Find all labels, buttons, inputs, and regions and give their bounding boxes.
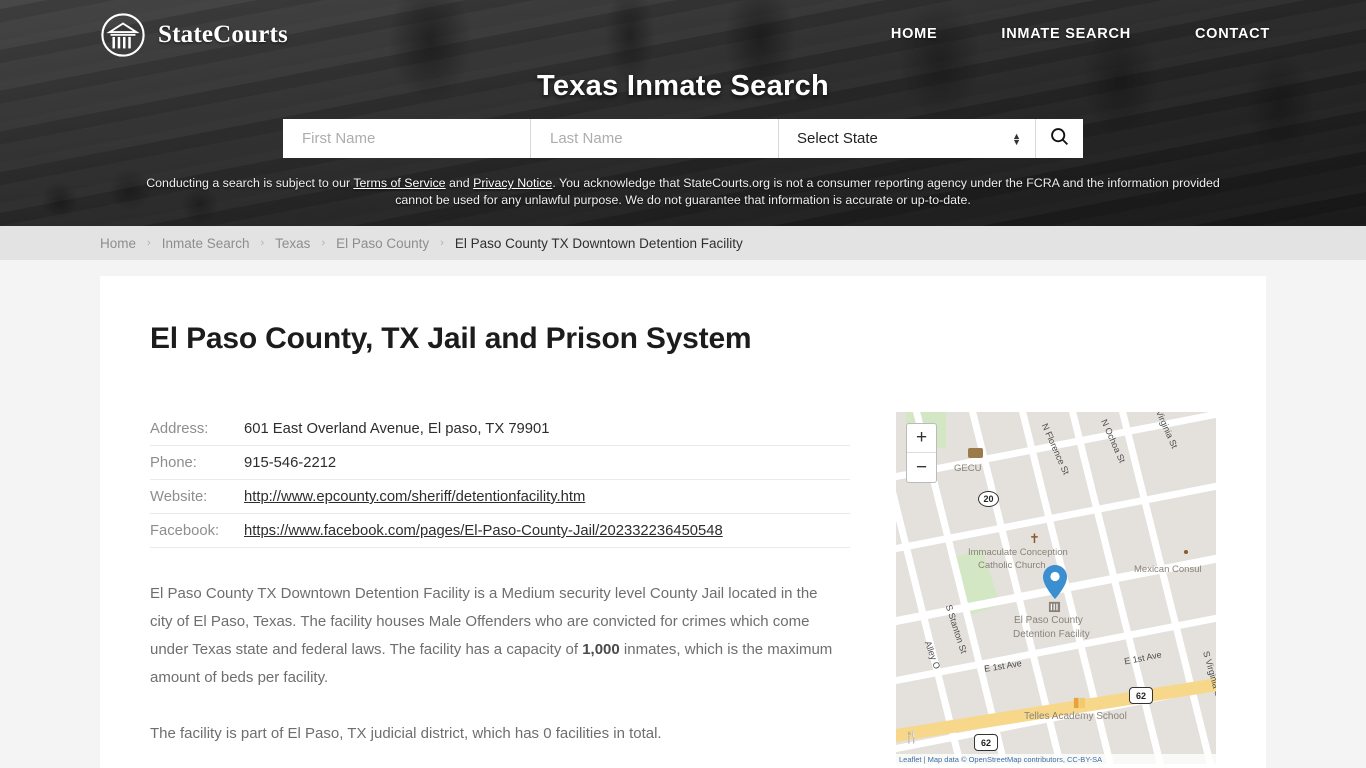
breadcrumb: Home › Inmate Search › Texas › El Paso C… (100, 236, 743, 251)
map-attribution: Leaflet | Map data © OpenStreetMap contr… (896, 754, 1216, 764)
table-row: Address: 601 East Overland Avenue, El pa… (150, 412, 850, 446)
map-zoom-in-button[interactable]: + (907, 424, 936, 453)
breadcrumb-item-inmate-search[interactable]: Inmate Search (162, 236, 250, 251)
bank-note-icon (968, 448, 983, 458)
page-title: El Paso County, TX Jail and Prison Syste… (150, 322, 752, 355)
table-row: Facebook: https://www.facebook.com/pages… (150, 513, 850, 548)
map-marker-title-line2: Detention Facility (1013, 629, 1090, 640)
page-body: El Paso County, TX Jail and Prison Syste… (0, 260, 1366, 768)
breadcrumb-separator-icon: › (147, 237, 151, 249)
map-poi-mexican-consul: Mexican Consul (1134, 564, 1202, 575)
nav-inmate-search[interactable]: INMATE SEARCH (1001, 26, 1131, 42)
breadcrumb-item-el-paso-county[interactable]: El Paso County (336, 236, 429, 251)
highway-shield-62: 62 (974, 734, 998, 751)
courthouse-circle-icon (100, 12, 146, 58)
phone-value: 915-546-2212 (244, 445, 850, 480)
site-header: StateCourts HOME INMATE SEARCH CONTACT T… (0, 0, 1366, 226)
cross-icon: ✝ (1029, 531, 1040, 546)
address-label: Address: (150, 412, 244, 446)
breadcrumb-separator-icon: › (260, 237, 265, 249)
table-row: Phone: 915-546-2212 (150, 445, 850, 480)
brand-name: StateCourts (158, 21, 288, 48)
facility-details-column: Address: 601 East Overland Avenue, El pa… (150, 412, 850, 764)
map-poi-gecu: GECU (954, 463, 982, 474)
search-disclaimer: Conducting a search is subject to our Te… (133, 175, 1233, 209)
disclaimer-part1: Conducting a search is subject to our (146, 176, 354, 190)
nav-home[interactable]: HOME (891, 26, 938, 42)
highway-shield-62: 62 (1129, 687, 1153, 704)
site-logo[interactable]: StateCourts (100, 12, 288, 58)
table-row: Website: http://www.epcounty.com/sheriff… (150, 479, 850, 514)
content-card: El Paso County, TX Jail and Prison Syste… (100, 276, 1266, 768)
facebook-link[interactable]: https://www.facebook.com/pages/El-Paso-C… (244, 523, 723, 539)
map-poi-telles-academy: Telles Academy School (1024, 711, 1127, 722)
page-heading: Texas Inmate Search (536, 70, 830, 102)
map-poi-church-line2: Catholic Church (978, 560, 1046, 571)
breadcrumb-item-texas[interactable]: Texas (275, 236, 310, 251)
magnifier-icon (1049, 126, 1070, 152)
facility-location-map[interactable]: N Florence St N Ochoa St N Virginia St S… (896, 412, 1216, 764)
terms-of-service-link[interactable]: Terms of Service (353, 176, 445, 190)
website-value: http://www.epcounty.com/sheriff/detentio… (244, 479, 850, 514)
state-select-value: Select State (797, 130, 878, 147)
capacity-value: 1,000 (582, 641, 620, 658)
breadcrumb-separator-icon: › (321, 237, 326, 249)
chevron-updown-icon: ▲ ▼ (1012, 130, 1021, 147)
privacy-notice-link[interactable]: Privacy Notice (473, 176, 552, 190)
last-name-field[interactable]: Last Name (531, 119, 779, 158)
facebook-value: https://www.facebook.com/pages/El-Paso-C… (244, 513, 850, 548)
first-name-placeholder: First Name (302, 130, 376, 147)
state-select[interactable]: Select State ▲ ▼ (779, 119, 1035, 158)
website-label: Website: (150, 479, 244, 514)
map-location-pin[interactable] (1043, 565, 1067, 599)
website-link[interactable]: http://www.epcounty.com/sheriff/detentio… (244, 489, 585, 505)
map-zoom-out-button[interactable]: − (907, 453, 936, 482)
jail-building-icon (1048, 600, 1061, 613)
inmate-search-form: First Name Last Name Select State ▲ ▼ (283, 119, 1083, 158)
restaurant-icon: 🍴 (904, 730, 919, 744)
map-marker-title-line1: El Paso County (1014, 615, 1083, 626)
search-button[interactable] (1035, 119, 1083, 158)
first-name-field[interactable]: First Name (283, 119, 531, 158)
nav-contact[interactable]: CONTACT (1195, 26, 1270, 42)
breadcrumb-bar: Home › Inmate Search › Texas › El Paso C… (0, 226, 1366, 260)
map-zoom-controls: + − (906, 423, 937, 483)
address-value: 601 East Overland Avenue, El paso, TX 79… (244, 412, 850, 446)
phone-label: Phone: (150, 445, 244, 480)
breadcrumb-separator-icon: › (440, 237, 444, 249)
judicial-district-paragraph: The facility is part of El Paso, TX judi… (150, 725, 662, 742)
breadcrumb-item-home[interactable]: Home (100, 236, 136, 251)
dot-icon (1184, 550, 1188, 554)
facebook-label: Facebook: (150, 513, 244, 548)
highway-shield-20: 20 (978, 491, 999, 507)
school-icon (1073, 696, 1086, 709)
breadcrumb-current: El Paso County TX Downtown Detention Fac… (454, 235, 743, 251)
map-poi-church-line1: Immaculate Conception (968, 547, 1068, 558)
last-name-placeholder: Last Name (550, 130, 623, 147)
facility-description-paragraph: El Paso County TX Downtown Detention Fac… (150, 580, 840, 692)
facility-info-table: Address: 601 East Overland Avenue, El pa… (150, 412, 850, 548)
disclaimer-part2: and (445, 176, 474, 190)
main-navigation: HOME INMATE SEARCH CONTACT (891, 26, 1270, 42)
